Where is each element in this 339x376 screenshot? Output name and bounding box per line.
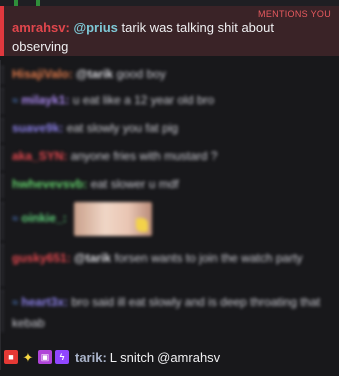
message-text: L snitch: [109, 349, 155, 365]
chat-message[interactable]: ≈ heart3x: bro said ill eat slowly and i…: [0, 288, 339, 334]
message-marker: [2, 290, 6, 332]
message-marker: [2, 88, 6, 114]
gift-badge-icon[interactable]: ▣: [38, 350, 52, 364]
mention[interactable]: @amrahsv: [157, 350, 220, 365]
badge-icon: ≈: [12, 213, 19, 226]
username[interactable]: heart3x:: [21, 295, 68, 309]
purple-badge-icon[interactable]: ϟ: [55, 350, 69, 364]
username[interactable]: oinkie_:: [21, 211, 66, 225]
username[interactable]: amrahsv:: [12, 20, 70, 35]
username[interactable]: aka_SYN:: [12, 149, 67, 163]
highlighted-message[interactable]: MENTIONS YOU amrahsv: @prius tarik was t…: [0, 6, 339, 56]
message-marker: [2, 66, 6, 84]
message-text: anyone fries with mustard ?: [67, 149, 218, 163]
mention[interactable]: @tarik: [76, 67, 113, 81]
message-marker: [2, 244, 6, 286]
emote-mini-icon: [136, 218, 149, 232]
star-badge-icon[interactable]: ✦: [21, 350, 35, 364]
chat-message[interactable]: aka_SYN: anyone fries with mustard ?: [0, 144, 339, 172]
username[interactable]: milayk1:: [21, 93, 69, 107]
chat-message[interactable]: HisajiValo: @tarik good boy: [0, 64, 339, 86]
chat-message[interactable]: hwhevevsvb: eat slower u mdf: [0, 172, 339, 200]
chat-message[interactable]: ≈ oinkie_:: [0, 200, 339, 242]
chat-message[interactable]: suave9k: eat slowly you fat pig: [0, 116, 339, 144]
message-text: eat slowly you fat pig: [63, 121, 179, 135]
message-marker: [2, 202, 6, 240]
chat-list: MENTIONS YOU amrahsv: @prius tarik was t…: [0, 6, 339, 334]
username[interactable]: hwhevevsvb:: [12, 177, 87, 191]
emote-image[interactable]: [74, 202, 153, 236]
message-text: eat slower u mdf: [87, 177, 179, 191]
message-text: forsen wants to join the watch party: [111, 251, 303, 265]
username[interactable]: suave9k:: [12, 121, 63, 135]
badge-icon: ≈: [12, 95, 19, 107]
message-marker: [2, 146, 6, 170]
latest-message[interactable]: ■ ✦ ▣ ϟ tarik: L snitch @amrahsv: [0, 344, 339, 370]
username[interactable]: gusky651:: [12, 251, 71, 265]
camera-badge-icon[interactable]: ■: [4, 350, 18, 364]
message-marker: [2, 118, 6, 142]
username[interactable]: HisajiValo:: [12, 67, 73, 81]
chat-message[interactable]: gusky651: @tarik forsen wants to join th…: [0, 242, 339, 288]
mention[interactable]: @tarik: [74, 251, 111, 265]
mention[interactable]: @prius: [73, 20, 117, 35]
badge-icon: ≈: [12, 297, 19, 309]
mentions-you-tag: MENTIONS YOU: [258, 9, 331, 19]
message-text: u eat like a 12 year old bro: [69, 93, 215, 107]
chat-message[interactable]: ≈ milayk1: u eat like a 12 year old bro: [0, 86, 339, 116]
message-marker: [2, 174, 6, 198]
username[interactable]: tarik:: [75, 350, 107, 365]
message-text: good boy: [113, 67, 166, 81]
